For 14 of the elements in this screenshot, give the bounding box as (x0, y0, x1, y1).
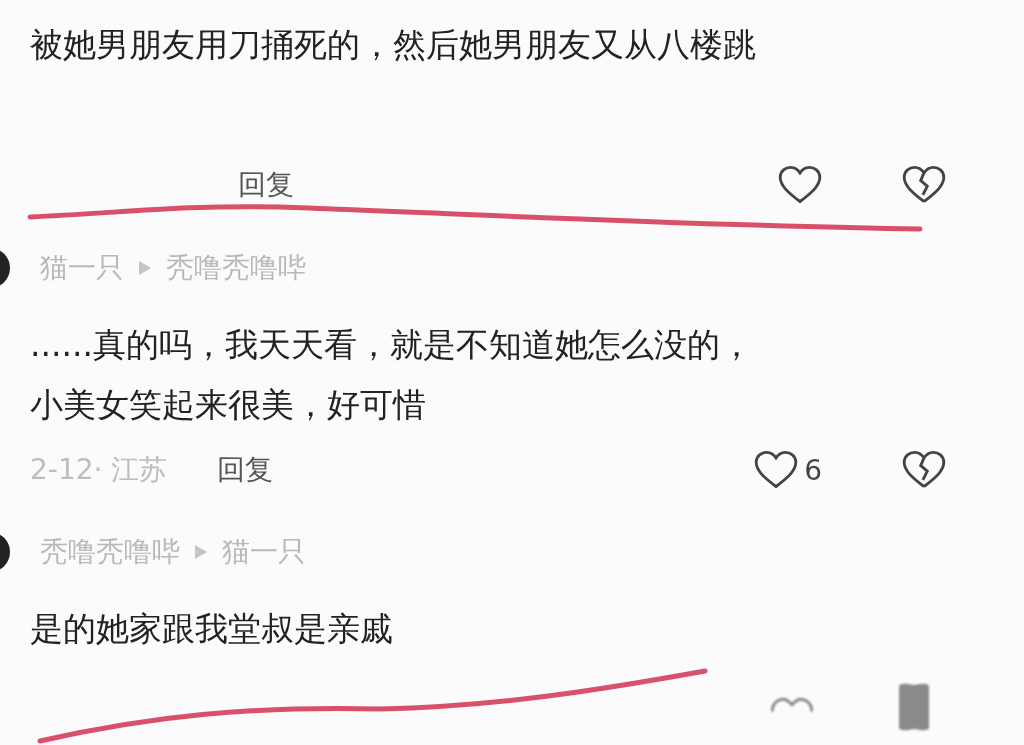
author-name[interactable]: 猫一只 (40, 249, 124, 287)
reply-target-name[interactable]: 秃噜秃噜哔 (166, 249, 306, 287)
reply-button[interactable]: 回复 (217, 451, 274, 489)
comment-text: 小美女笑起来很美，好可惜 (30, 384, 427, 426)
like-count: 6 (804, 453, 822, 487)
caret-icon (194, 544, 208, 560)
author-name[interactable]: 秃噜秃噜哔 (40, 533, 180, 571)
comment-text: ......真的吗，我天天看，就是不知道她怎么没的， (30, 324, 754, 366)
reply-target-name[interactable]: 猫一只 (222, 533, 306, 571)
comment-text: 被她男朋友用刀捅死的，然后她男朋友又从八楼跳 (30, 24, 757, 66)
comment-text: 是的她家跟我堂叔是亲戚 (30, 608, 394, 650)
caret-icon (138, 260, 152, 276)
comment-meta: 2-12· 江苏 (30, 452, 168, 488)
reply-button[interactable]: 回复 (238, 166, 294, 204)
